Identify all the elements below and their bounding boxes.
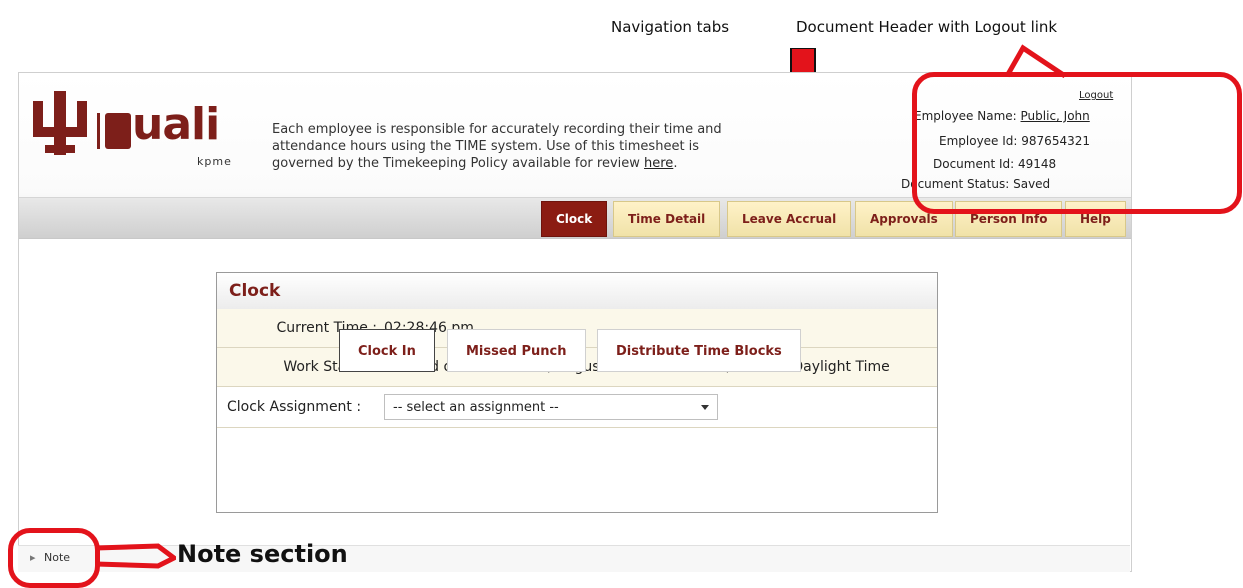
clock-panel: Clock Current Time : 02:28:46 pm Work St… xyxy=(216,272,938,513)
clock-panel-title: Clock xyxy=(229,281,281,301)
clock-panel-header: Clock xyxy=(217,273,937,310)
callout-document-header: Document Header with Logout link xyxy=(796,18,1058,36)
kpme-logo-text: kpme xyxy=(197,155,232,168)
clock-assignment-label: Clock Assignment : xyxy=(227,399,362,415)
policy-link[interactable]: here xyxy=(644,156,673,171)
logo-separator xyxy=(97,113,100,149)
missed-punch-button[interactable]: Missed Punch xyxy=(447,329,586,372)
chevron-down-icon xyxy=(701,405,709,410)
note-callout-pointer xyxy=(96,543,176,569)
kuali-logo-text: uali xyxy=(132,99,220,150)
intro-text: Each employee is responsible for accurat… xyxy=(272,122,722,171)
tab-clock[interactable]: Clock xyxy=(541,201,608,237)
tab-leave-accrual[interactable]: Leave Accrual xyxy=(727,201,852,237)
kuali-k-icon xyxy=(105,113,131,149)
clock-assignment-row: Clock Assignment : -- select an assignme… xyxy=(217,387,937,428)
note-highlight-box xyxy=(8,528,100,588)
callout-note-section: Note section xyxy=(177,540,348,568)
distribute-time-blocks-button[interactable]: Distribute Time Blocks xyxy=(597,329,801,372)
callout-navigation-tabs: Navigation tabs xyxy=(611,18,730,36)
clock-in-button[interactable]: Clock In xyxy=(339,329,435,372)
iu-trident-logo xyxy=(33,91,87,155)
header-highlight-box xyxy=(912,72,1242,214)
callout-pointer xyxy=(1005,44,1067,78)
tab-time-detail[interactable]: Time Detail xyxy=(613,201,721,237)
clock-assignment-select[interactable]: -- select an assignment -- xyxy=(384,394,718,420)
